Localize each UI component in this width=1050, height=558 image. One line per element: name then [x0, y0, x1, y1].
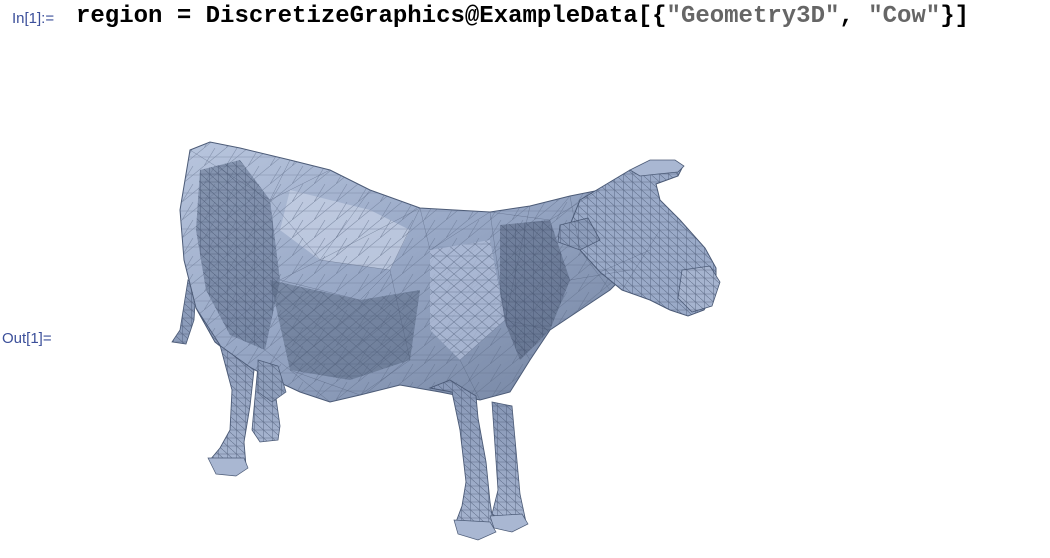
input-expression[interactable]: region = DiscretizeGraphics@ExampleData[… [76, 2, 969, 32]
cow-hoof-hind [207, 457, 249, 477]
cow-mesh-svg [171, 141, 721, 541]
comma-separator: , [839, 3, 869, 30]
cow-hoof-far-front [489, 513, 529, 533]
variable-region: region [76, 3, 163, 30]
assign-operator: = [162, 3, 206, 30]
string-geometry3d: "Geometry3D" [666, 3, 840, 30]
cow-mesh-graphic[interactable] [160, 130, 740, 550]
open-bracket-brace: [{ [637, 3, 667, 30]
prefix-at-operator: @ [464, 3, 480, 30]
cow-far-front-leg-mesh [492, 402, 526, 526]
function-example-data: ExampleData [479, 3, 638, 30]
string-cow: "Cow" [868, 3, 941, 30]
input-cell-label: In[1]:= [12, 10, 55, 27]
close-brace-bracket: }] [940, 3, 970, 30]
function-discretize-graphics: DiscretizeGraphics [205, 3, 465, 30]
output-cell-label: Out[1]= [2, 330, 52, 347]
cow-hoof-front [453, 519, 497, 541]
